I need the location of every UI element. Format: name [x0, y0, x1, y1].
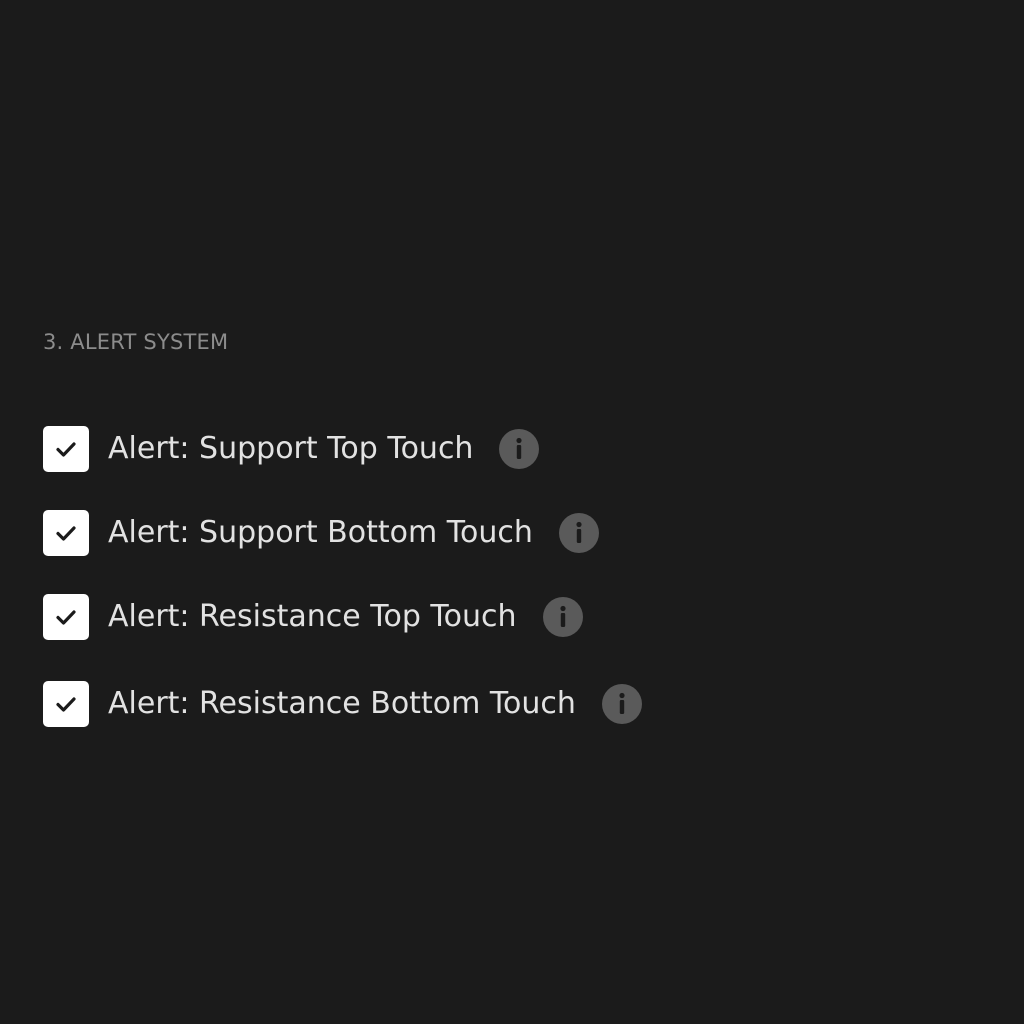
- alert-label: Alert: Resistance Top Touch: [108, 599, 517, 634]
- section-title: 3. ALERT SYSTEM: [43, 330, 229, 354]
- checkmark-icon: [56, 526, 76, 541]
- alert-option-support-top-touch[interactable]: Alert: Support Top Touch: [43, 426, 540, 472]
- alert-label: Alert: Support Bottom Touch: [108, 515, 533, 550]
- checkmark-icon: [56, 697, 76, 712]
- alert-option-support-bottom-touch[interactable]: Alert: Support Bottom Touch: [43, 510, 599, 556]
- info-icon[interactable]: [558, 513, 599, 553]
- alert-settings-panel: 3. ALERT SYSTEM Alert: Support Top Touch…: [0, 0, 1024, 1024]
- checkbox[interactable]: [43, 510, 89, 556]
- checkmark-icon: [56, 610, 76, 625]
- checkmark-icon: [56, 442, 76, 457]
- alert-option-resistance-bottom-touch[interactable]: Alert: Resistance Bottom Touch: [43, 681, 642, 727]
- checkbox[interactable]: [43, 594, 89, 640]
- info-icon[interactable]: [499, 429, 540, 469]
- checkbox[interactable]: [43, 426, 89, 472]
- alert-label: Alert: Resistance Bottom Touch: [108, 686, 576, 721]
- alert-label: Alert: Support Top Touch: [108, 431, 474, 466]
- checkbox[interactable]: [43, 681, 89, 727]
- alert-option-resistance-top-touch[interactable]: Alert: Resistance Top Touch: [43, 594, 583, 640]
- info-icon[interactable]: [542, 597, 583, 637]
- info-icon[interactable]: [601, 684, 642, 724]
